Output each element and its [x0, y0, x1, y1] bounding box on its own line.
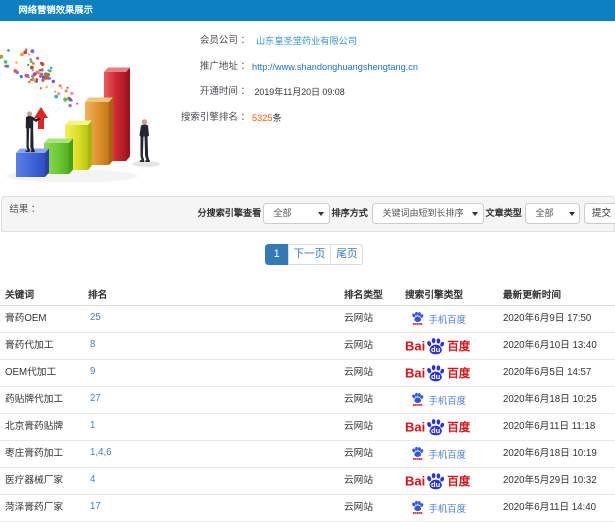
svg-text:du: du — [431, 480, 441, 489]
svg-text:du: du — [431, 372, 441, 381]
svg-text:du: du — [431, 345, 441, 354]
svg-text:du: du — [431, 426, 441, 435]
